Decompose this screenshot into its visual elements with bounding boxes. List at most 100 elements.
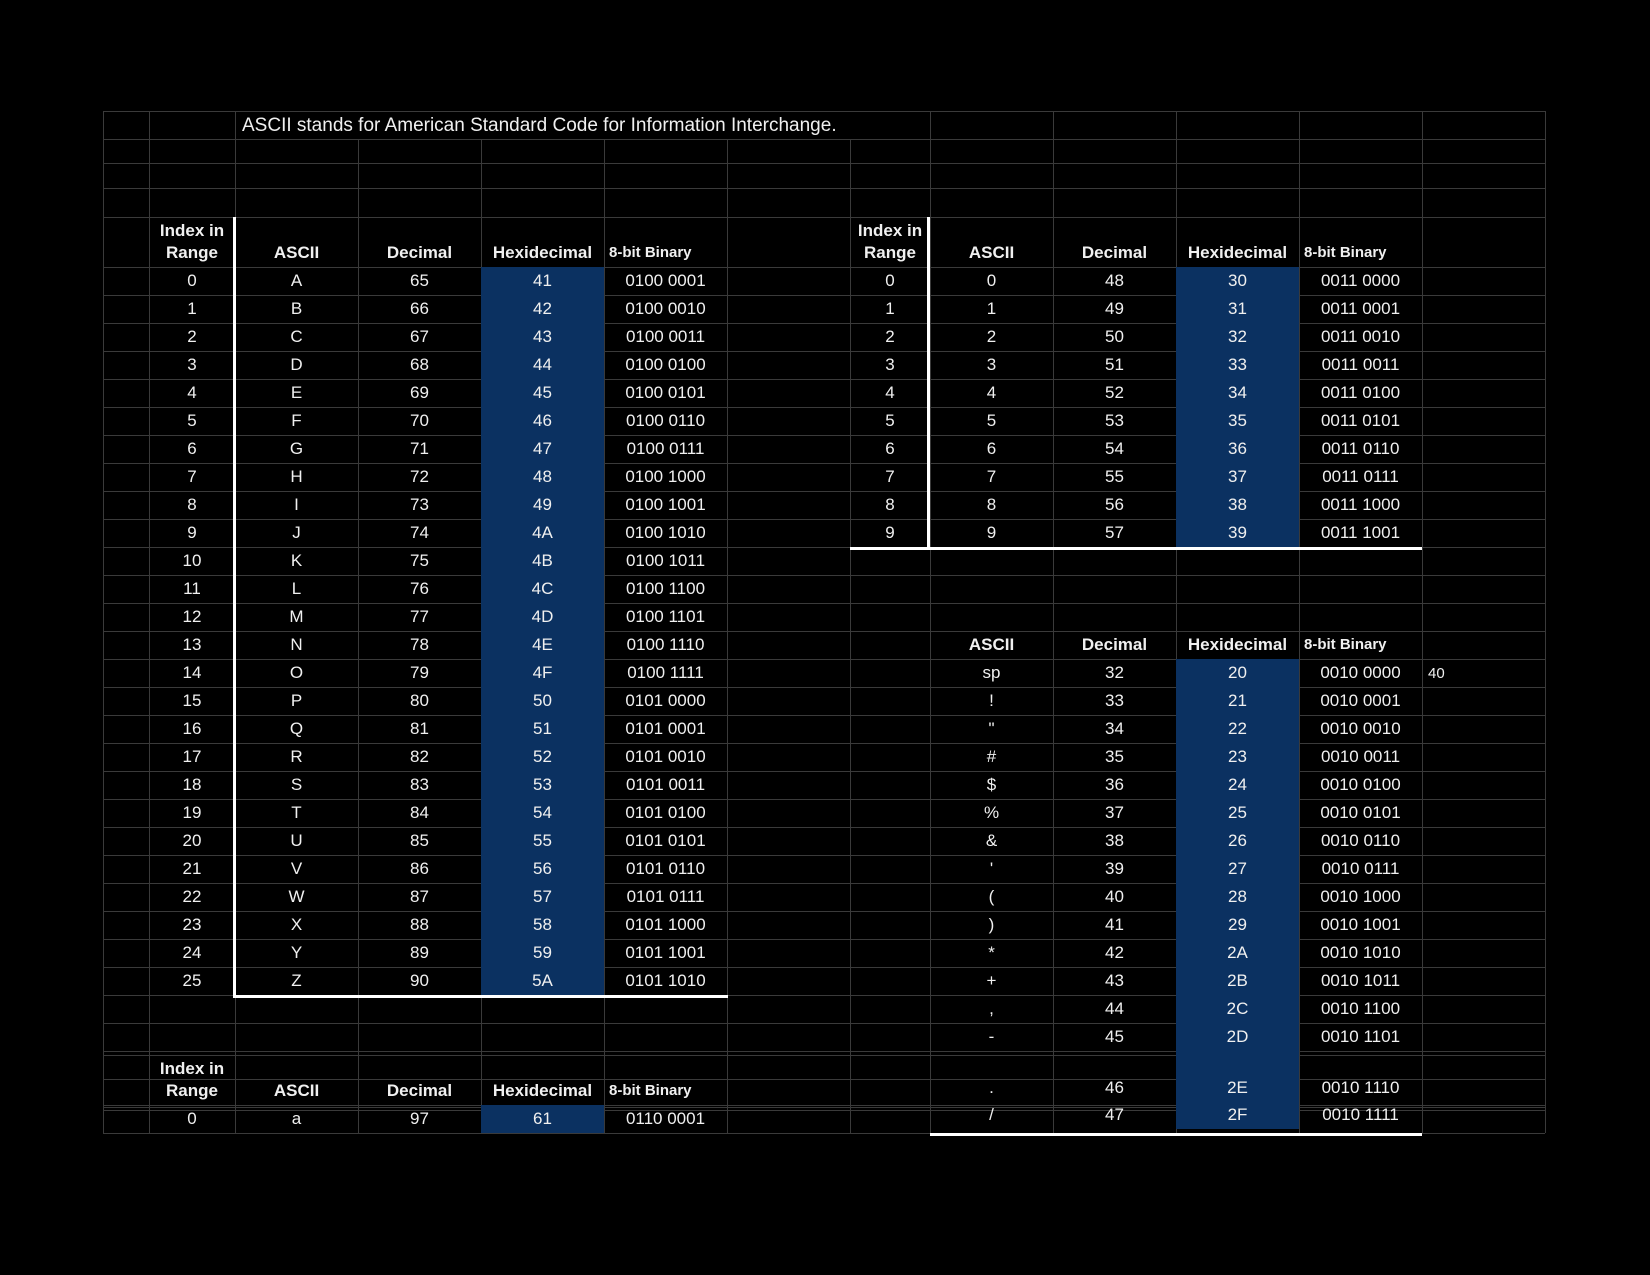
symbol-header-decimal[interactable]: Decimal [1053, 631, 1176, 659]
upper-binary-cell[interactable]: 0100 1011 [604, 547, 727, 575]
upper-hex-cell[interactable]: 52 [481, 743, 604, 771]
upper-hex-cell[interactable]: 56 [481, 855, 604, 883]
symbol-binary-cell[interactable]: 0010 1000 [1299, 883, 1422, 911]
digit-hex-cell[interactable]: 31 [1176, 295, 1299, 323]
upper-hex-cell[interactable]: 47 [481, 435, 604, 463]
upper-ascii-cell[interactable]: X [235, 911, 358, 939]
digit-decimal-cell[interactable]: 53 [1053, 407, 1176, 435]
digit-index-cell[interactable]: 3 [850, 351, 930, 379]
digit-hex-cell[interactable]: 39 [1176, 519, 1299, 547]
upper-hex-cell[interactable]: 4B [481, 547, 604, 575]
upper-index-cell[interactable]: 14 [149, 659, 235, 687]
symbol-decimal-cell[interactable]: 41 [1053, 911, 1176, 939]
upper-hex-cell[interactable]: 41 [481, 267, 604, 295]
symbol-decimal-cell[interactable]: 38 [1053, 827, 1176, 855]
symbol-decimal-cell[interactable]: 40 [1053, 883, 1176, 911]
upper-ascii-cell[interactable]: G [235, 435, 358, 463]
upper-binary-cell[interactable]: 0101 0101 [604, 827, 727, 855]
digit-binary-cell[interactable]: 0011 0100 [1299, 379, 1422, 407]
upper-ascii-cell[interactable]: Z [235, 967, 358, 995]
digit-binary-cell[interactable]: 0011 1000 [1299, 491, 1422, 519]
upper-index-cell[interactable]: 12 [149, 603, 235, 631]
upper-ascii-cell[interactable]: V [235, 855, 358, 883]
upper-ascii-cell[interactable]: D [235, 351, 358, 379]
symbol-decimal-cell[interactable]: 46 [1053, 1051, 1176, 1101]
upper-hex-cell[interactable]: 58 [481, 911, 604, 939]
lower-header-binary[interactable]: 8-bit Binary [604, 1055, 727, 1105]
upper-decimal-cell[interactable]: 85 [358, 827, 481, 855]
symbol-binary-cell[interactable]: 0010 0000 [1299, 659, 1422, 687]
upper-ascii-cell[interactable]: L [235, 575, 358, 603]
upper-index-cell[interactable]: 5 [149, 407, 235, 435]
digit-decimal-cell[interactable]: 48 [1053, 267, 1176, 295]
upper-header-hex[interactable]: Hexidecimal [481, 217, 604, 267]
upper-hex-cell[interactable]: 46 [481, 407, 604, 435]
symbol-hex-cell[interactable]: 24 [1176, 771, 1299, 799]
upper-binary-cell[interactable]: 0100 0011 [604, 323, 727, 351]
symbol-header-hex[interactable]: Hexidecimal [1176, 631, 1299, 659]
upper-decimal-cell[interactable]: 77 [358, 603, 481, 631]
lower-index-cell[interactable]: 0 [149, 1105, 235, 1133]
upper-hex-cell[interactable]: 4E [481, 631, 604, 659]
upper-index-cell[interactable]: 3 [149, 351, 235, 379]
upper-index-cell[interactable]: 21 [149, 855, 235, 883]
upper-hex-cell[interactable]: 59 [481, 939, 604, 967]
upper-decimal-cell[interactable]: 88 [358, 911, 481, 939]
symbol-decimal-cell[interactable]: 45 [1053, 1023, 1176, 1051]
upper-binary-cell[interactable]: 0101 0001 [604, 715, 727, 743]
symbol-ascii-cell[interactable]: + [930, 967, 1053, 995]
symbol-binary-cell[interactable]: 0010 0100 [1299, 771, 1422, 799]
symbol-decimal-cell[interactable]: 44 [1053, 995, 1176, 1023]
upper-index-cell[interactable]: 25 [149, 967, 235, 995]
upper-ascii-cell[interactable]: E [235, 379, 358, 407]
symbol-hex-cell[interactable]: 2C [1176, 995, 1299, 1023]
upper-hex-cell[interactable]: 55 [481, 827, 604, 855]
upper-hex-cell[interactable]: 4C [481, 575, 604, 603]
digit-header-hex[interactable]: Hexidecimal [1176, 217, 1299, 267]
upper-header-decimal[interactable]: Decimal [358, 217, 481, 267]
digit-decimal-cell[interactable]: 55 [1053, 463, 1176, 491]
symbol-ascii-cell[interactable]: . [930, 1051, 1053, 1101]
lower-header-ascii[interactable]: ASCII [235, 1055, 358, 1105]
upper-ascii-cell[interactable]: O [235, 659, 358, 687]
symbol-decimal-cell[interactable]: 35 [1053, 743, 1176, 771]
upper-decimal-cell[interactable]: 84 [358, 799, 481, 827]
lower-binary-cell[interactable]: 0110 0001 [604, 1105, 727, 1133]
upper-ascii-cell[interactable]: S [235, 771, 358, 799]
upper-hex-cell[interactable]: 48 [481, 463, 604, 491]
digit-hex-cell[interactable]: 32 [1176, 323, 1299, 351]
symbol-hex-cell[interactable]: 22 [1176, 715, 1299, 743]
upper-binary-cell[interactable]: 0100 0111 [604, 435, 727, 463]
upper-index-cell[interactable]: 16 [149, 715, 235, 743]
symbol-ascii-cell[interactable]: , [930, 995, 1053, 1023]
digit-ascii-cell[interactable]: 6 [930, 435, 1053, 463]
upper-hex-cell[interactable]: 49 [481, 491, 604, 519]
upper-index-cell[interactable]: 18 [149, 771, 235, 799]
symbol-binary-cell[interactable]: 0010 1111 [1299, 1101, 1422, 1129]
symbol-ascii-cell[interactable]: # [930, 743, 1053, 771]
symbol-binary-cell[interactable]: 0010 0110 [1299, 827, 1422, 855]
symbol-hex-cell[interactable]: 2B [1176, 967, 1299, 995]
upper-decimal-cell[interactable]: 87 [358, 883, 481, 911]
upper-decimal-cell[interactable]: 86 [358, 855, 481, 883]
symbol-ascii-cell[interactable]: ( [930, 883, 1053, 911]
upper-index-cell[interactable]: 4 [149, 379, 235, 407]
digit-decimal-cell[interactable]: 50 [1053, 323, 1176, 351]
upper-binary-cell[interactable]: 0100 0001 [604, 267, 727, 295]
side-note-cell[interactable]: 40 [1422, 659, 1545, 687]
upper-ascii-cell[interactable]: R [235, 743, 358, 771]
upper-ascii-cell[interactable]: F [235, 407, 358, 435]
symbol-binary-cell[interactable]: 0010 1010 [1299, 939, 1422, 967]
lower-ascii-cell[interactable]: a [235, 1105, 358, 1133]
upper-decimal-cell[interactable]: 68 [358, 351, 481, 379]
digit-hex-cell[interactable]: 36 [1176, 435, 1299, 463]
symbol-hex-cell[interactable]: 2F [1176, 1101, 1299, 1129]
digit-header-ascii[interactable]: ASCII [930, 217, 1053, 267]
upper-ascii-cell[interactable]: K [235, 547, 358, 575]
digit-index-cell[interactable]: 1 [850, 295, 930, 323]
upper-binary-cell[interactable]: 0101 0111 [604, 883, 727, 911]
symbol-ascii-cell[interactable]: & [930, 827, 1053, 855]
digit-binary-cell[interactable]: 0011 0110 [1299, 435, 1422, 463]
symbol-binary-cell[interactable]: 0010 0010 [1299, 715, 1422, 743]
symbol-header-binary[interactable]: 8-bit Binary [1299, 631, 1422, 659]
